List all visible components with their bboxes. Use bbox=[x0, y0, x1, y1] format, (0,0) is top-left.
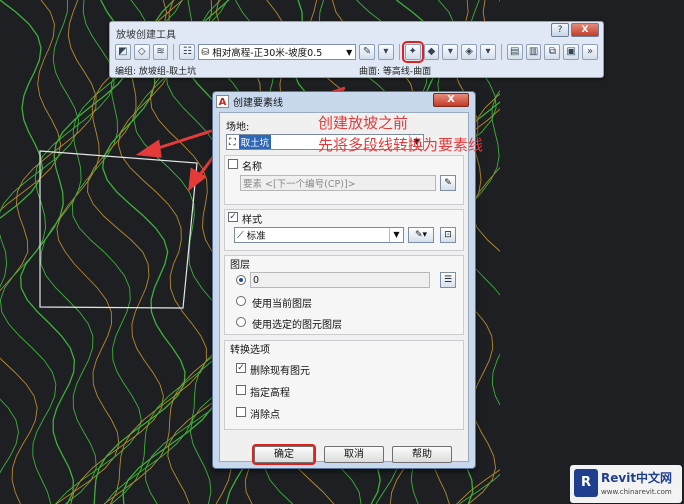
dropdown-arrow-icon[interactable]: ▾ bbox=[378, 44, 394, 60]
dialog-title: 创建要素线 bbox=[233, 98, 283, 109]
copy-icon[interactable]: ⧉ bbox=[544, 44, 561, 60]
weed-points-label: 消除点 bbox=[250, 410, 280, 421]
layer-selected-label: 使用选定的图元图层 bbox=[252, 320, 342, 331]
edit-criteria-icon[interactable]: ✎ bbox=[359, 44, 376, 60]
layer-radio-specified[interactable] bbox=[236, 275, 246, 285]
ok-button[interactable]: 确定 bbox=[252, 444, 316, 465]
criteria-set-icon[interactable]: ☷ bbox=[179, 44, 196, 60]
style-icon: ⟋ bbox=[237, 229, 247, 241]
dropdown-arrow-icon[interactable]: ▾ bbox=[442, 44, 459, 60]
watermark-url: www.chinarevit.com bbox=[601, 488, 672, 496]
grading-editor-icon[interactable]: ◈ bbox=[461, 44, 478, 60]
site-icon: ⛶ bbox=[229, 136, 239, 148]
create-feature-line-icon[interactable]: ✦ bbox=[401, 41, 424, 63]
help-button[interactable]: 帮助 bbox=[392, 446, 452, 463]
style-dropdown[interactable]: ⟋ 标准 ▼ bbox=[234, 227, 404, 243]
status-surface: 曲面: 等高线-曲面 bbox=[359, 67, 432, 77]
edit-style-icon[interactable]: ✎▾ bbox=[408, 227, 434, 243]
volume-tools-icon[interactable]: ▥ bbox=[525, 44, 542, 60]
autocad-logo-icon: A bbox=[216, 95, 229, 108]
conversion-label: 转换选项 bbox=[230, 345, 270, 356]
layer-field[interactable]: 0 bbox=[250, 272, 430, 288]
cancel-button[interactable]: 取消 bbox=[324, 446, 384, 463]
weed-points-checkbox[interactable] bbox=[236, 407, 246, 417]
revit-logo-icon: R bbox=[574, 469, 598, 497]
layer-current-label: 使用当前图层 bbox=[252, 299, 312, 310]
chevron-down-icon: ▼ bbox=[346, 47, 353, 57]
elevation-editor-icon[interactable]: ▤ bbox=[506, 44, 523, 60]
chevron-down-icon: ▼ bbox=[389, 228, 403, 242]
toolbar-title: 放坡创建工具 bbox=[116, 30, 176, 41]
site-label: 场地: bbox=[226, 122, 250, 133]
assign-elevation-label: 指定高程 bbox=[250, 388, 290, 399]
target-surface-icon[interactable]: ◇ bbox=[133, 44, 150, 60]
watermark: R Revit中文网 www.chinarevit.com bbox=[570, 465, 682, 503]
name-label: 名称 bbox=[242, 162, 262, 173]
toolbar-help-button[interactable]: ? bbox=[551, 23, 569, 37]
layer-radio-selected[interactable] bbox=[236, 317, 246, 327]
annotation-line-2: 先将多段线转换为要素线 bbox=[318, 136, 484, 154]
delete-entities-label: 删除现有图元 bbox=[250, 366, 310, 377]
criteria-icon: ⛁ bbox=[201, 46, 213, 58]
criteria-dropdown[interactable]: ⛁ 相对高程-正30米-坡度0.5 ▼ bbox=[198, 44, 357, 60]
paste-icon[interactable]: ▣ bbox=[563, 44, 580, 60]
name-field[interactable]: 要素 <[下一个编号(CP)]> bbox=[240, 175, 436, 191]
status-group: 编组: 放坡组-取土坑 bbox=[115, 67, 197, 77]
layer-label: 图层 bbox=[230, 260, 250, 271]
delete-entities-checkbox[interactable]: ✓ bbox=[236, 363, 246, 373]
grading-creation-toolbar: 放坡创建工具 ? X ◩ ◇ ≋ ☷ ⛁ 相对高程-正30米-坡度0.5 ▼ ✎… bbox=[109, 21, 604, 78]
dialog-close-button[interactable]: X bbox=[433, 93, 469, 107]
style-checkbox[interactable]: ✓ bbox=[228, 212, 238, 222]
create-grading-icon[interactable]: ◆ bbox=[423, 44, 440, 60]
expand-chevron-icon[interactable]: » bbox=[582, 44, 598, 60]
toolbar-close-button[interactable]: X bbox=[571, 23, 599, 37]
set-grading-group-icon[interactable]: ◩ bbox=[115, 44, 131, 60]
assign-elevation-checkbox[interactable] bbox=[236, 385, 246, 395]
layer-radio-current[interactable] bbox=[236, 296, 246, 306]
layer-browse-icon[interactable]: ☰ bbox=[440, 272, 456, 288]
dropdown-arrow-icon[interactable]: ▾ bbox=[480, 44, 496, 60]
annotation-line-1: 创建放坡之前 bbox=[318, 114, 409, 132]
name-checkbox[interactable] bbox=[228, 159, 238, 169]
style-label: 样式 bbox=[242, 215, 262, 226]
edit-name-icon[interactable]: ✎ bbox=[440, 175, 456, 191]
watermark-brand: Revit中文网 bbox=[601, 471, 673, 485]
layers-icon[interactable]: ≋ bbox=[152, 44, 169, 60]
style-preview-icon[interactable]: ⊡ bbox=[440, 227, 456, 243]
